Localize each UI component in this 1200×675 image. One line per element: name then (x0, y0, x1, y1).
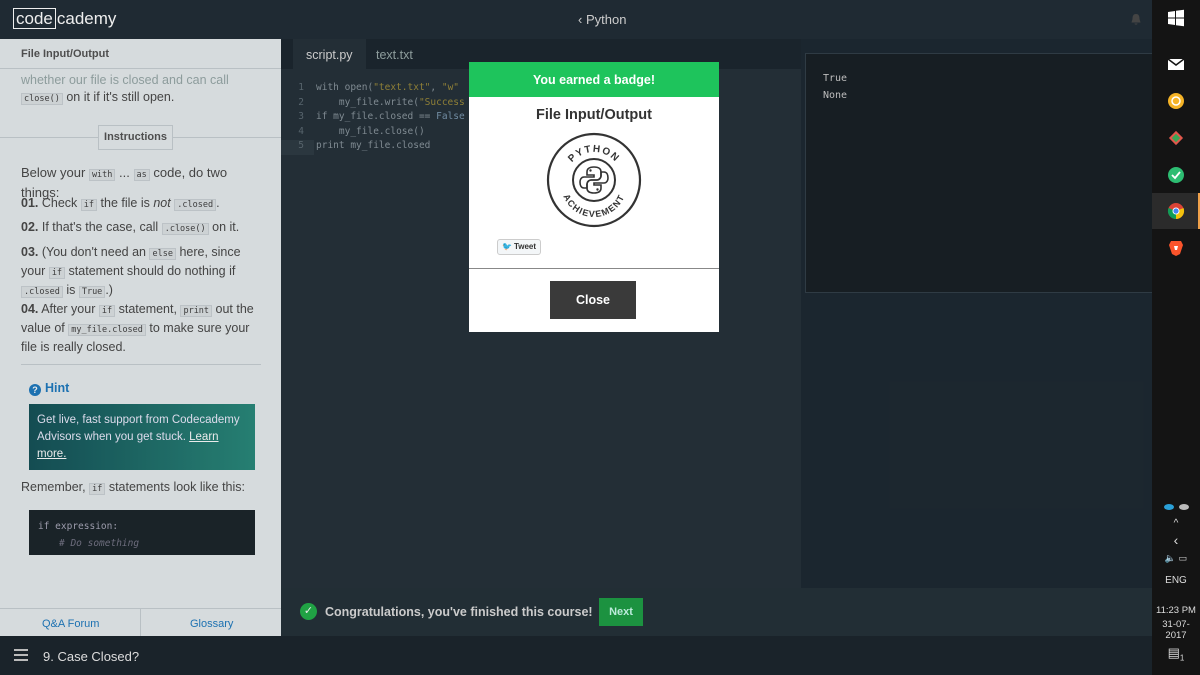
language-indicator[interactable]: ENG (1152, 575, 1200, 586)
divider (469, 268, 719, 269)
badge-title: File Input/Output (536, 107, 652, 123)
taskbar-brave[interactable] (1152, 230, 1200, 266)
modal-header: You earned a badge! (469, 62, 719, 97)
windows-taskbar: ^ ‹ 🔈 ▭ ENG 11:23 PM 31-07-2017 ▤1 (1152, 0, 1200, 675)
clock-date[interactable]: 31-07-2017 (1152, 619, 1200, 641)
start-button[interactable] (1152, 0, 1200, 36)
tray-network-icons[interactable] (1162, 500, 1192, 512)
exercise-title[interactable]: 9. Case Closed? (43, 649, 139, 664)
taskbar-app-2[interactable] (1152, 157, 1200, 193)
codecademy-logo[interactable]: code cademy (13, 8, 117, 29)
course-breadcrumb[interactable]: ‹ Python (578, 12, 626, 27)
top-bar: code cademy ‹ Python (0, 0, 1152, 39)
chevron-up-icon[interactable]: ^ (1152, 518, 1200, 529)
exercise-nav-bar: 9. Case Closed? (0, 636, 1152, 675)
mail-icon (1167, 58, 1185, 70)
brave-icon (1169, 241, 1183, 256)
menu-icon[interactable] (14, 649, 28, 661)
python-achievement-badge-icon: PYTHON ACHIEVEMENT (546, 132, 642, 228)
windows-logo-icon (1168, 9, 1184, 27)
clock-time[interactable]: 11:23 PM (1152, 605, 1200, 616)
course-name: Python (585, 12, 627, 27)
chevron-left-icon: ‹ (578, 12, 586, 27)
taskbar-mail[interactable] (1152, 46, 1200, 82)
volume-battery-icons[interactable]: 🔈 ▭ (1152, 553, 1200, 564)
circle-app-icon (1168, 93, 1184, 109)
git-icon (1168, 130, 1184, 146)
chrome-icon (1167, 203, 1185, 220)
badge-modal: You earned a badge! File Input/Output PY… (469, 62, 719, 332)
notification-icon: ▤ (1167, 645, 1180, 660)
taskbar-chrome[interactable] (1152, 193, 1200, 229)
show-hidden-icons-chevron-icon[interactable]: ‹ (1152, 532, 1200, 548)
svg-text:PYTHON: PYTHON (566, 144, 622, 165)
bell-icon[interactable] (1130, 13, 1142, 26)
action-center-button[interactable]: ▤1 (1152, 645, 1200, 663)
logo-cademy: cademy (56, 9, 117, 28)
close-button[interactable]: Close (550, 281, 636, 319)
taskbar-app[interactable] (1152, 83, 1200, 119)
green-app-icon (1168, 167, 1184, 183)
notification-count: 1 (1179, 653, 1185, 663)
svg-text:ACHIEVEMENT: ACHIEVEMENT (561, 192, 626, 219)
tweet-label: Tweet (513, 242, 537, 251)
tweet-button[interactable]: 🐦 Tweet (497, 239, 541, 255)
logo-code: code (13, 8, 56, 29)
twitter-bird-icon: 🐦 (502, 242, 512, 251)
taskbar-git[interactable] (1152, 120, 1200, 156)
